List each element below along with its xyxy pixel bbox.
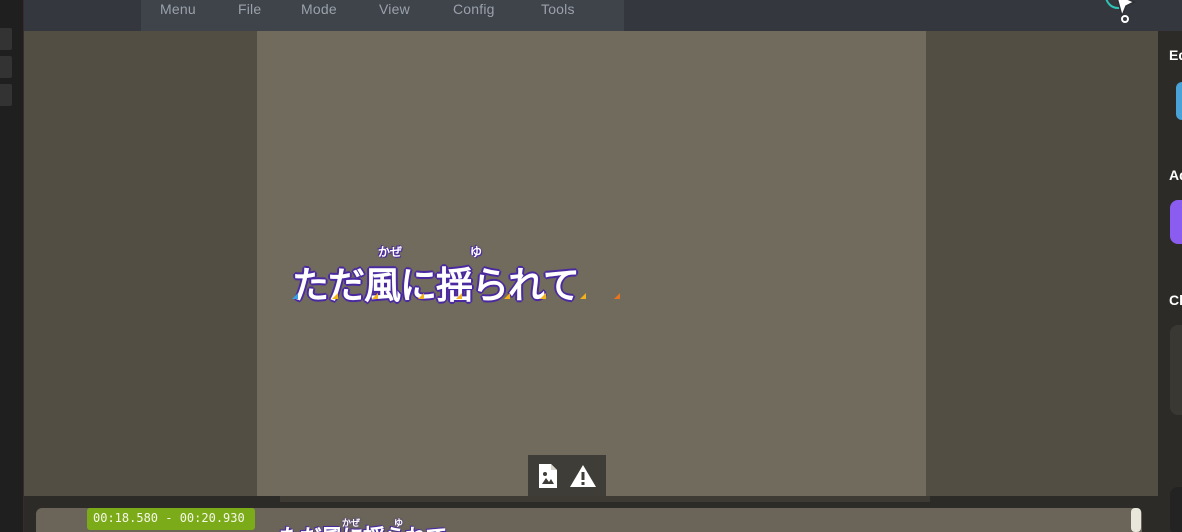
timing-marker[interactable] [292,293,298,299]
timing-marker[interactable] [614,293,620,299]
canvas-toolbar [528,455,606,496]
app-logo-icon[interactable] [1094,0,1144,28]
timing-marker[interactable] [418,293,424,299]
sidebar-panel-bottom[interactable] [1170,487,1182,532]
right-sidebar: Ed Ad Cl [1158,31,1182,532]
left-tab[interactable] [0,84,12,106]
timing-marker[interactable] [540,293,546,299]
warning-icon[interactable] [569,464,597,488]
ruby-text: かぜ [378,245,403,259]
left-tab[interactable] [0,28,12,50]
menu-item-tools[interactable]: Tools [541,1,575,17]
preview-canvas[interactable]: ただ風に揺られて かぜ ゆ [257,31,926,496]
menu-item-menu[interactable]: Menu [160,1,196,17]
timeline: 00:18.580 - 00:20.930 かぜ ゆ ただ風に揺られて [24,496,1158,532]
menu-item-view[interactable]: View [379,1,410,17]
add-button[interactable] [1170,200,1182,244]
lyric-preview[interactable]: ただ風に揺られて かぜ ゆ [292,245,620,307]
vertical-scrollbar[interactable] [1131,508,1141,532]
top-bar: Menu File Mode View Config Tools [24,0,1182,31]
app-window: Menu File Mode View Config Tools ただ風に揺られ… [0,0,1182,532]
sidebar-heading-cl: Cl [1169,292,1182,308]
timing-marker[interactable] [580,293,586,299]
timeline-lyric: ただ風に揺られて [279,520,447,532]
lyric-line: ただ風に揺られて [292,264,580,307]
sidebar-panel[interactable] [1170,325,1182,415]
horizontal-scrollbar[interactable] [280,496,930,502]
time-range-badge: 00:18.580 - 00:20.930 [87,508,255,530]
menu-item-config[interactable]: Config [453,1,495,17]
ruby-text: ゆ [470,245,483,259]
timing-marker[interactable] [372,293,378,299]
sidebar-heading-edit: Ed [1169,47,1182,63]
timing-marker[interactable] [456,293,462,299]
image-warning-icon[interactable] [537,463,559,489]
menu-item-mode[interactable]: Mode [301,1,337,17]
sidebar-heading-add: Ad [1169,167,1182,183]
left-tab[interactable] [0,56,12,78]
timing-marker[interactable] [332,293,338,299]
timing-marker[interactable] [504,293,510,299]
menu-item-file[interactable]: File [238,1,261,17]
menu-bar: Menu File Mode View Config Tools [141,0,624,31]
edit-mode-button[interactable] [1176,82,1182,120]
left-strip [0,0,24,532]
workspace: ただ風に揺られて かぜ ゆ [24,31,1158,496]
